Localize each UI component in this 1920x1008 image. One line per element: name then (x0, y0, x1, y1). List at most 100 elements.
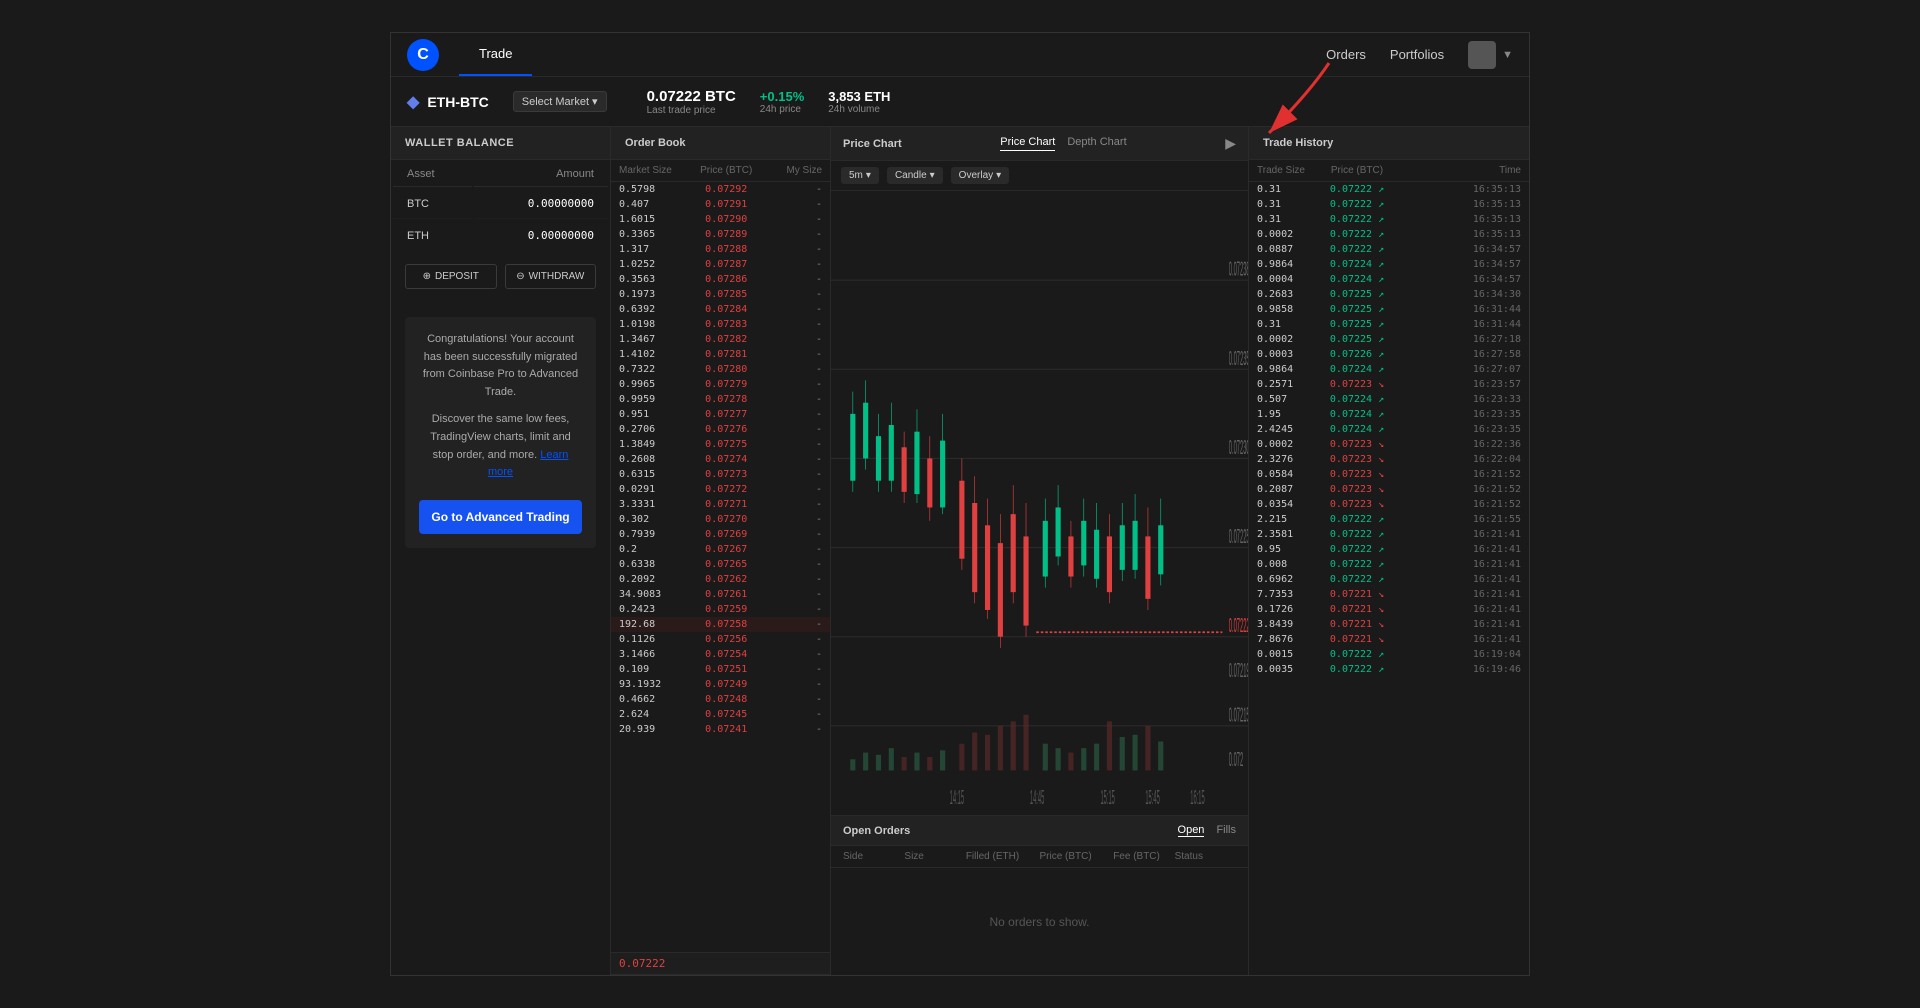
th-col-price: Price (BTC) (1317, 165, 1397, 176)
ob-ask-size: 0.302 (619, 514, 691, 525)
ob-ask-price: 0.07291 (691, 199, 763, 210)
svg-text:0.07230: 0.07230 (1229, 438, 1248, 460)
ob-ask-price: 0.07265 (691, 559, 763, 570)
left-panel: Wallet Balance Asset Amount BTC 0.000000… (391, 127, 611, 975)
ob-ask-price: 0.07258 (691, 619, 763, 630)
tab-price-chart[interactable]: Price Chart (1000, 136, 1055, 151)
nav-tab-trade[interactable]: Trade (459, 33, 532, 76)
svg-text:14:45: 14:45 (1030, 788, 1044, 810)
oo-col-side: Side (843, 851, 904, 862)
candle-button[interactable]: Candle ▾ (887, 167, 943, 184)
ob-ask-my-size: - (762, 214, 822, 225)
oo-title: Open Orders (843, 825, 910, 837)
svg-text:0.072: 0.072 (1229, 750, 1243, 772)
last-price-group: 0.07222 BTC Last trade price (647, 88, 736, 116)
th-time: 16:23:35 (1397, 424, 1521, 435)
th-col-trade-size: Trade Size (1257, 165, 1317, 176)
overlay-button[interactable]: Overlay ▾ (951, 167, 1009, 184)
ob-ask-size: 1.317 (619, 244, 691, 255)
asset-amount: 0.00000000 (474, 221, 608, 250)
ob-ask-my-size: - (762, 709, 822, 720)
ob-ask-my-size: - (762, 334, 822, 345)
th-price: 0.07226 ↗ (1317, 349, 1397, 360)
ob-ask-size: 3.1466 (619, 649, 691, 660)
coinbase-logo[interactable]: C (407, 39, 439, 71)
ob-col-my-size: My Size (762, 165, 822, 176)
deposit-button[interactable]: ⊕ DEPOSIT (405, 264, 497, 289)
trade-history-row: 0.0002 0.07223 ↘ 16:22:36 (1249, 437, 1529, 452)
select-market-button[interactable]: Select Market ▾ (513, 91, 607, 112)
th-price: 0.07225 ↗ (1317, 304, 1397, 315)
trade-history-panel: Trade History Trade Size Price (BTC) Tim… (1249, 127, 1529, 975)
th-price: 0.07222 ↗ (1317, 244, 1397, 255)
ob-ask-my-size: - (762, 484, 822, 495)
ob-ask-row: 1.4102 0.07281 - (611, 347, 830, 362)
ob-ask-row: 1.0252 0.07287 - (611, 257, 830, 272)
tab-depth-chart[interactable]: Depth Chart (1067, 136, 1126, 151)
orders-link[interactable]: Orders (1326, 47, 1366, 62)
ob-ask-my-size: - (762, 379, 822, 390)
asset-table: Asset Amount BTC 0.00000000 ETH 0.000000… (391, 160, 610, 252)
trade-history-row: 2.3276 0.07223 ↘ 16:22:04 (1249, 452, 1529, 467)
trade-history-header: Trade History (1249, 127, 1529, 160)
ob-ask-my-size: - (762, 574, 822, 585)
th-time: 16:19:04 (1397, 649, 1521, 660)
ob-ask-price: 0.07274 (691, 454, 763, 465)
ob-ask-row: 0.2 0.07267 - (611, 542, 830, 557)
th-size: 0.0035 (1257, 664, 1317, 675)
th-price: 0.07224 ↗ (1317, 424, 1397, 435)
ob-ask-price: 0.07278 (691, 394, 763, 405)
ob-ask-size: 34.9083 (619, 589, 691, 600)
asset-row: ETH 0.00000000 (393, 221, 608, 250)
ob-ask-row: 0.2706 0.07276 - (611, 422, 830, 437)
expand-icon[interactable]: ▶ (1225, 135, 1236, 152)
ob-ask-row: 0.109 0.07251 - (611, 662, 830, 677)
order-book-header: Order Book (611, 127, 830, 160)
price-chart-svg: 0.07238 0.07235 0.07230 0.07225 0.07222 … (831, 191, 1248, 815)
th-size: 0.0002 (1257, 334, 1317, 345)
th-size: 0.2683 (1257, 289, 1317, 300)
timeframe-button[interactable]: 5m ▾ (841, 167, 879, 184)
th-size: 0.2087 (1257, 484, 1317, 495)
svg-text:0.07219: 0.07219 (1229, 661, 1248, 683)
ob-ask-row: 0.2092 0.07262 - (611, 572, 830, 587)
th-size: 0.6962 (1257, 574, 1317, 585)
wallet-header: Wallet Balance (391, 127, 610, 160)
ob-spread: 0.07222 (611, 952, 830, 975)
ob-ask-row: 0.1973 0.07285 - (611, 287, 830, 302)
withdraw-button[interactable]: ⊖ WITHDRAW (505, 264, 597, 289)
th-col-time: Time (1397, 165, 1521, 176)
trade-history-row: 0.0584 0.07223 ↘ 16:21:52 (1249, 467, 1529, 482)
volume-label: 24h volume (828, 104, 890, 115)
th-time: 16:23:57 (1397, 379, 1521, 390)
asset-row: BTC 0.00000000 (393, 189, 608, 219)
ob-ask-price: 0.07262 (691, 574, 763, 585)
ob-ask-my-size: - (762, 274, 822, 285)
th-time: 16:21:41 (1397, 619, 1521, 630)
svg-text:0.07225: 0.07225 (1229, 527, 1248, 549)
ob-ask-row: 0.9965 0.07279 - (611, 377, 830, 392)
goto-advanced-trading-button[interactable]: Go to Advanced Trading (419, 500, 582, 534)
oo-tab-open[interactable]: Open (1178, 824, 1205, 837)
market-symbol: ◆ ETH-BTC (407, 92, 489, 112)
th-price: 0.07222 ↗ (1317, 214, 1397, 225)
th-time: 16:27:18 (1397, 334, 1521, 345)
th-price: 0.07221 ↘ (1317, 634, 1397, 645)
th-size: 0.9864 (1257, 364, 1317, 375)
ob-ask-price: 0.07248 (691, 694, 763, 705)
ob-ask-size: 192.68 (619, 619, 691, 630)
trade-history-row: 0.31 0.07222 ↗ 16:35:13 (1249, 212, 1529, 227)
th-price: 0.07225 ↗ (1317, 334, 1397, 345)
main-layout: Wallet Balance Asset Amount BTC 0.000000… (391, 127, 1529, 975)
order-book-panel: Order Book Market Size Price (BTC) My Si… (611, 127, 831, 975)
price-change: +0.15% (760, 89, 804, 104)
oo-tab-fills[interactable]: Fills (1216, 824, 1236, 837)
trade-history-row: 0.008 0.07222 ↗ 16:21:41 (1249, 557, 1529, 572)
nav-tabs: Trade (459, 33, 1326, 76)
portfolios-link[interactable]: Portfolios (1390, 47, 1444, 62)
chevron-down-icon: ▼ (1502, 49, 1513, 61)
ob-ask-my-size: - (762, 619, 822, 630)
wallet-actions: ⊕ DEPOSIT ⊖ WITHDRAW (391, 252, 610, 301)
trade-history-row: 0.6962 0.07222 ↗ 16:21:41 (1249, 572, 1529, 587)
profile-area[interactable]: ▼ (1468, 41, 1513, 69)
